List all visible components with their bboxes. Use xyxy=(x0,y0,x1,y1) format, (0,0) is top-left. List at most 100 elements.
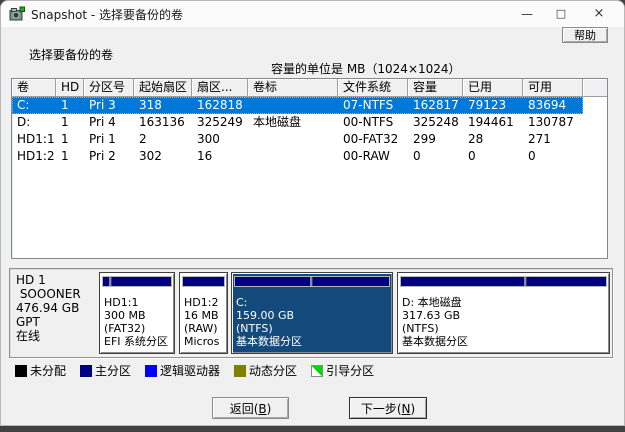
cell: 271 xyxy=(523,131,583,148)
usage-divider xyxy=(524,277,526,286)
usage-bar xyxy=(182,276,225,287)
table-row[interactable]: D:1Pri 4163136325249本地磁盘00-NTFS325248194… xyxy=(12,114,583,131)
back-button[interactable]: 返回(B) xyxy=(212,397,289,419)
cell: 302 xyxy=(134,148,192,165)
column-header-filler xyxy=(583,79,607,97)
page-heading: 选择要备份的卷 xyxy=(29,46,113,63)
next-label-end: ) xyxy=(410,402,415,416)
partition-label: C: xyxy=(236,296,392,309)
cell: 0 xyxy=(408,148,463,165)
partition-label: (FAT32) xyxy=(104,322,174,335)
partition-label: EFI 系统分区 xyxy=(104,335,174,348)
legend-swatch xyxy=(234,365,246,377)
cell: Pri 3 xyxy=(84,97,134,114)
column-header-1[interactable]: HD xyxy=(56,79,84,97)
screen: Snapshot - 选择要备份的卷 — □ × 帮助 选择要备份的卷 容量的单… xyxy=(0,0,625,432)
legend-item: 未分配 xyxy=(15,362,66,379)
column-header-3[interactable]: 起始扇区 xyxy=(134,79,192,97)
column-header-2[interactable]: 分区号 xyxy=(84,79,134,97)
table-row[interactable]: HD1:11Pri 1230000-FAT3229928271 xyxy=(12,131,583,148)
usage-bar xyxy=(102,276,172,287)
capacity-unit-note: 容量的单位是 MB（1024×1024） xyxy=(271,60,461,77)
cell: 00-RAW xyxy=(338,148,408,165)
snapshot-app-icon xyxy=(9,6,25,22)
partition-block[interactable]: C:159.00 GB(NTFS)基本数据分区 xyxy=(231,272,393,354)
partition-label: (NTFS) xyxy=(402,322,609,335)
cell: 194461 xyxy=(463,114,523,131)
legend-swatch xyxy=(311,365,323,377)
usage-bar xyxy=(400,276,607,287)
column-header-6[interactable]: 文件系统 xyxy=(338,79,408,97)
window-title: Snapshot - 选择要备份的卷 xyxy=(31,6,183,23)
column-header-4[interactable]: 扇区... xyxy=(192,79,248,97)
column-header-9[interactable]: 可用 xyxy=(523,79,583,97)
legend: 未分配 主分区 逻辑驱动器 动态分区 引导分区 xyxy=(15,362,374,379)
partition-label: 159.00 GB xyxy=(236,309,392,322)
next-button[interactable]: 下一步(N) xyxy=(349,397,427,419)
table-header: 卷HD分区号起始扇区扇区...卷标文件系统容量已用可用 xyxy=(12,79,607,97)
partition-label: HD1:1 xyxy=(104,296,174,309)
legend-item: 引导分区 xyxy=(311,362,374,379)
cell: 79123 xyxy=(463,97,523,114)
legend-item: 动态分区 xyxy=(234,362,297,379)
legend-label: 引导分区 xyxy=(326,362,374,379)
partition-block[interactable]: HD1:1300 MB(FAT32)EFI 系统分区 xyxy=(99,272,175,354)
cell xyxy=(248,97,338,114)
cell: 1 xyxy=(56,114,84,131)
cell: Pri 1 xyxy=(84,131,134,148)
partition-text: HD1:1300 MB(FAT32)EFI 系统分区 xyxy=(104,296,174,348)
cell: 162817 xyxy=(408,97,463,114)
cell: D: xyxy=(12,114,56,131)
cell: HD1:1 xyxy=(12,131,56,148)
cell xyxy=(248,148,338,165)
partition-label: (RAW) xyxy=(184,322,227,335)
help-button[interactable]: 帮助 xyxy=(562,27,608,43)
column-header-0[interactable]: 卷 xyxy=(12,79,56,97)
usage-divider xyxy=(310,277,312,286)
legend-label: 动态分区 xyxy=(249,362,297,379)
titlebar: Snapshot - 选择要备份的卷 — □ × xyxy=(1,1,624,27)
table-row[interactable]: HD1:21Pri 23021600-RAW000 xyxy=(12,148,583,165)
maximize-icon[interactable]: □ xyxy=(544,1,578,27)
minimize-icon[interactable]: — xyxy=(510,1,544,27)
partition-text: HD1:216 MB(RAW)Micros xyxy=(184,296,227,348)
cell: 16 xyxy=(192,148,248,165)
table-body: C:1Pri 3318162818 07-NTFS1628177912383694… xyxy=(12,97,607,165)
cell: Pri 4 xyxy=(84,114,134,131)
cell: 300 xyxy=(192,131,248,148)
column-header-5[interactable]: 卷标 xyxy=(248,79,338,97)
background-window-edge xyxy=(0,426,625,432)
partition-label: HD1:2 xyxy=(184,296,227,309)
column-header-8[interactable]: 已用 xyxy=(463,79,523,97)
partition-label: (NTFS) xyxy=(236,322,392,335)
legend-swatch xyxy=(145,365,157,377)
cell: 00-FAT32 xyxy=(338,131,408,148)
cell: C: xyxy=(12,97,56,114)
cell: 83694 xyxy=(523,97,583,114)
cell: 162818 xyxy=(192,97,248,114)
partition-label: 基本数据分区 xyxy=(236,335,392,348)
partition-label: Micros xyxy=(184,335,227,348)
column-header-7[interactable]: 容量 xyxy=(408,79,463,97)
cell: 28 xyxy=(463,131,523,148)
disk-info-line: HD 1 xyxy=(16,273,98,287)
legend-swatch xyxy=(80,365,92,377)
partition-block[interactable]: D: 本地磁盘317.63 GB(NTFS)基本数据分区 xyxy=(397,272,610,354)
legend-item: 主分区 xyxy=(80,362,131,379)
legend-label: 主分区 xyxy=(95,362,131,379)
cell: 318 xyxy=(134,97,192,114)
close-icon[interactable]: × xyxy=(582,1,616,27)
volume-table: 卷HD分区号起始扇区扇区...卷标文件系统容量已用可用 C:1Pri 33181… xyxy=(11,78,608,259)
table-row[interactable]: C:1Pri 331816281807-NTFS1628177912383694 xyxy=(12,97,583,114)
cell: Pri 2 xyxy=(84,148,134,165)
back-mnemonic: B xyxy=(258,402,266,416)
cell xyxy=(248,131,338,148)
partition-block[interactable]: HD1:216 MB(RAW)Micros xyxy=(179,272,228,354)
partition-label: D: 本地磁盘 xyxy=(402,296,609,309)
usage-divider xyxy=(109,277,111,286)
cell: 163136 xyxy=(134,114,192,131)
legend-label: 逻辑驱动器 xyxy=(160,362,220,379)
disk-info-line: 在线 xyxy=(16,329,98,343)
disk-info-line: SOOONER xyxy=(16,287,98,301)
cell: 07-NTFS xyxy=(338,97,408,114)
